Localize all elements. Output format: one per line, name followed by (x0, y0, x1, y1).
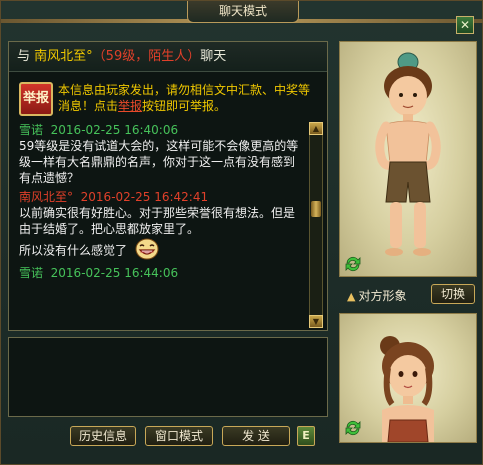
message-input-box (8, 337, 328, 417)
send-button[interactable]: 发 送 (222, 426, 290, 446)
message-header: 雪诺 2016-02-25 16:44:06 (19, 265, 301, 281)
message-sender: 雪诺 (19, 266, 44, 280)
message-input[interactable] (9, 338, 327, 416)
target-appearance-label: ▲ 对方形象 (347, 287, 406, 304)
chat-target-info: （59级，陌生人） (92, 49, 201, 64)
message-header: 南风北至° 2016-02-25 16:42:41 (19, 189, 301, 205)
scroll-thumb[interactable] (311, 201, 321, 217)
message-sender: 雪诺 (19, 123, 44, 137)
message-header: 雪诺 2016-02-25 16:40:06 (19, 122, 301, 138)
switch-button[interactable]: 切换 (431, 284, 475, 304)
report-notice: 本信息由玩家发出，请勿相信文中汇款、中奖等消息！点击举报按钮即可举报。 (58, 82, 318, 114)
message-time: 2016-02-25 16:40:06 (50, 123, 179, 137)
refresh-icon[interactable] (343, 254, 363, 274)
chat-header: 与 南风北至°（59级，陌生人）聊天 (9, 42, 327, 72)
report-link[interactable]: 举报 (118, 99, 142, 113)
close-icon: ✕ (459, 18, 471, 32)
message-time: 2016-02-25 16:42:41 (80, 190, 209, 204)
report-notice-text-end: 按钮即可举报。 (142, 99, 227, 113)
chat-panel: 与 南风北至°（59级，陌生人）聊天 举报 本信息由玩家发出，请勿相信文中汇款、… (8, 41, 328, 331)
history-button[interactable]: 历史信息 (70, 426, 136, 446)
report-button[interactable]: 举报 (19, 82, 53, 116)
message-time: 2016-02-25 16:44:06 (50, 266, 179, 280)
close-button[interactable]: ✕ (456, 16, 474, 34)
chat-header-suffix: 聊天 (200, 49, 227, 64)
refresh-icon[interactable] (343, 418, 363, 438)
chat-target-name[interactable]: 南风北至° (34, 49, 93, 64)
message-text: 以前确实很有好胜心。对于那些荣誉很有想法。但是由于结婚了。把心思都放家里了。 (19, 206, 296, 236)
message-text-with-emote: 所以没有什么感觉了 (19, 238, 301, 262)
message-sender: 南风北至° (19, 190, 74, 204)
message-text: 59等级是没有试道大会的，这样可能不会像更高的等级一样有大名鼎鼎的名声，你对于这… (19, 139, 299, 185)
target-portrait (339, 41, 477, 277)
message-list: 雪诺 2016-02-25 16:40:06 59等级是没有试道大会的，这样可能… (19, 122, 301, 281)
scroll-down-button[interactable]: ▼ (309, 315, 323, 328)
chat-window: 聊天模式 ✕ 与 南风北至°（59级，陌生人）聊天 举报 本信息由玩家发出，请勿… (0, 0, 483, 465)
chat-scrollbar[interactable]: ▲ ▼ (309, 122, 323, 328)
chevron-down-icon: ▼ (312, 317, 320, 326)
window-title: 聊天模式 (187, 1, 299, 23)
self-portrait (339, 313, 477, 443)
scroll-up-button[interactable]: ▲ (309, 122, 323, 135)
chevron-up-icon: ▲ (312, 124, 320, 133)
chat-header-prefix: 与 (17, 49, 31, 64)
male-character-figure (375, 52, 441, 256)
window-mode-button[interactable]: 窗口模式 (145, 426, 213, 446)
emoji-button[interactable]: E (297, 426, 315, 446)
message-text: 所以没有什么感觉了 (19, 243, 128, 258)
target-appearance-text: 对方形象 (358, 289, 407, 303)
chevron-up-icon: ▲ (347, 290, 356, 303)
grin-emote-icon (135, 238, 159, 260)
